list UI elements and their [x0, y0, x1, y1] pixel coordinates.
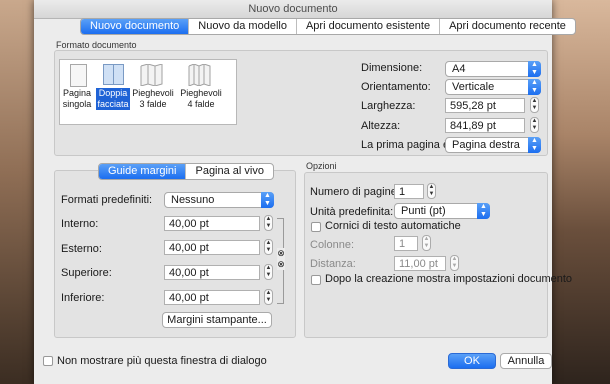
desktop-background-left — [0, 0, 34, 384]
desktop-background-right — [552, 0, 610, 384]
unit-value: Punti (pt) — [401, 205, 446, 217]
fourfold-icon — [188, 64, 211, 86]
tab-open-recent[interactable]: Apri documento recente — [440, 19, 575, 34]
width-label: Larghezza: — [361, 100, 416, 112]
width-stepper[interactable]: ▲ ▼ — [530, 97, 539, 113]
window-title: Nuovo documento — [34, 0, 552, 19]
outer-label: Esterno: — [61, 243, 102, 255]
bottom-label: Inferiore: — [61, 292, 105, 304]
chevron-up-down-icon: ▲ ▼ — [528, 137, 541, 153]
columns-stepper[interactable]: ▲ ▼ — [422, 235, 431, 251]
facing-pages-icon — [103, 64, 124, 85]
chevron-up-down-icon: ▲ ▼ — [528, 61, 541, 77]
columns-field[interactable]: 1 — [394, 236, 418, 251]
columns-label: Colonne: — [310, 239, 355, 251]
inner-label: Interno: — [61, 218, 99, 230]
first-page-label: La prima pagina è: — [361, 139, 453, 151]
dimension-select[interactable]: A4 ▲ ▼ — [445, 61, 541, 77]
orientation-value: Verticale — [452, 81, 495, 93]
unit-label: Unità predefinita: — [310, 206, 394, 218]
auto-frames-checkbox[interactable] — [311, 222, 321, 232]
pages-field[interactable]: 1 — [394, 184, 424, 199]
outer-stepper[interactable]: ▲ ▼ — [264, 239, 273, 255]
tab-open-existing[interactable]: Apri documento esistente — [297, 19, 441, 34]
height-field[interactable]: 841,89 pt — [445, 118, 525, 133]
format-group-label: Formato documento — [56, 40, 137, 50]
presets-value: Nessuno — [171, 194, 215, 206]
height-stepper[interactable]: ▲ ▼ — [530, 117, 539, 133]
first-page-select[interactable]: Pagina destra ▲ ▼ — [445, 137, 541, 153]
trifold-icon — [140, 64, 163, 86]
distance-label: Distanza: — [310, 258, 356, 270]
chain-link-icon[interactable]: ⊗ ⊗ — [277, 248, 285, 270]
single-page-icon — [70, 64, 87, 87]
tab-new-from-template[interactable]: Nuovo da modello — [189, 19, 297, 34]
chevron-up-down-icon: ▲ ▼ — [477, 203, 490, 219]
tab-new-document[interactable]: Nuovo documento — [81, 19, 190, 34]
first-page-value: Pagina destra — [452, 139, 520, 151]
dimension-value: A4 — [452, 63, 466, 75]
new-document-dialog: Nuovo documento Nuovo documento Nuovo da… — [34, 0, 576, 384]
dont-show-checkbox[interactable] — [43, 356, 53, 366]
auto-frames-label: Cornici di testo automatiche — [325, 220, 461, 232]
layout-label-line2: facciata — [97, 99, 129, 109]
ok-button[interactable]: OK — [448, 353, 496, 369]
presets-label: Formati predefiniti: — [61, 194, 153, 206]
main-tabs: Nuovo documento Nuovo da modello Apri do… — [80, 18, 576, 35]
layout-label-line2: 3 falde — [139, 99, 167, 109]
inner-stepper[interactable]: ▲ ▼ — [264, 215, 273, 231]
orientation-label: Orientamento: — [361, 81, 431, 93]
orientation-select[interactable]: Verticale ▲ ▼ — [445, 79, 541, 95]
distance-stepper[interactable]: ▲ ▼ — [450, 255, 459, 271]
dont-show-label: Non mostrare più questa finestra di dial… — [57, 355, 267, 367]
layout-label-line1: Pagina — [62, 88, 92, 98]
unit-select[interactable]: Punti (pt) ▲ ▼ — [394, 203, 490, 219]
top-stepper[interactable]: ▲ ▼ — [264, 264, 273, 280]
chevron-up-down-icon: ▲ ▼ — [261, 192, 274, 208]
layout-label-line1: Pieghevoli — [180, 88, 222, 98]
tab-bleed[interactable]: Pagina al vivo — [186, 164, 273, 179]
inner-field[interactable]: 40,00 pt — [164, 216, 260, 231]
bottom-stepper[interactable]: ▲ ▼ — [264, 289, 273, 305]
show-settings-label: Dopo la creazione mostra impostazioni do… — [325, 273, 573, 285]
layout-label-line1: Pieghevoli — [132, 88, 174, 98]
layout-icon-list: Pagina singola Doppia facciata Pieghevol… — [59, 59, 237, 125]
width-field[interactable]: 595,28 pt — [445, 98, 525, 113]
top-field[interactable]: 40,00 pt — [164, 265, 260, 280]
pages-stepper[interactable]: ▲ ▼ — [427, 183, 436, 199]
margins-tabs: Guide margini Pagina al vivo — [98, 163, 274, 180]
pages-label: Numero di pagine: — [310, 186, 400, 198]
distance-field[interactable]: 11,00 pt — [394, 256, 446, 271]
bottom-field[interactable]: 40,00 pt — [164, 290, 260, 305]
dimension-label: Dimensione: — [361, 62, 423, 74]
print-margins-button[interactable]: Margini stampante... — [162, 312, 272, 328]
presets-select[interactable]: Nessuno ▲ ▼ — [164, 192, 274, 208]
layout-label-line1: Doppia — [98, 88, 128, 98]
format-group: Pagina singola Doppia facciata Pieghevol… — [54, 50, 548, 156]
height-label: Altezza: — [361, 120, 401, 132]
top-label: Superiore: — [61, 267, 112, 279]
tab-margin-guides[interactable]: Guide margini — [99, 164, 187, 179]
outer-field[interactable]: 40,00 pt — [164, 240, 260, 255]
layout-label-line2: 4 falde — [187, 99, 215, 109]
chevron-up-down-icon: ▲ ▼ — [528, 79, 541, 95]
layout-label-line2: singola — [62, 99, 92, 109]
options-group-label: Opzioni — [306, 161, 337, 171]
show-settings-checkbox[interactable] — [311, 275, 321, 285]
cancel-button[interactable]: Annulla — [500, 353, 552, 369]
